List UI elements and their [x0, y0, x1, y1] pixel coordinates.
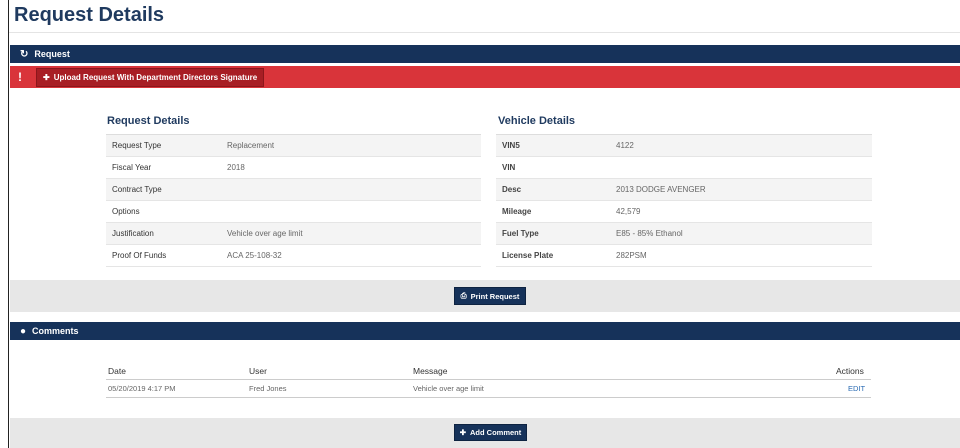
detail-row: VIN5 4122 [496, 135, 872, 157]
column-header-date: Date [108, 366, 126, 376]
detail-label: Mileage [502, 207, 532, 216]
detail-row: License Plate 282PSM [496, 245, 872, 267]
comment-icon: ● [20, 325, 27, 337]
column-header-user: User [249, 366, 267, 376]
detail-value: Replacement [227, 141, 275, 150]
detail-value: ACA 25-108-32 [227, 251, 282, 260]
detail-value: 2013 DODGE AVENGER [616, 185, 706, 194]
request-section-title: Request [34, 49, 70, 59]
detail-label: License Plate [502, 251, 554, 260]
vehicle-details-table: VIN5 4122 VIN Desc 2013 DODGE AVENGER Mile… [496, 134, 872, 267]
vehicle-details-heading: Vehicle Details [498, 115, 576, 127]
detail-row: VIN [496, 157, 872, 179]
refresh-icon: ↻ [20, 48, 29, 60]
detail-value: 2018 [227, 163, 245, 172]
plus-icon: ✚ [459, 428, 467, 437]
upload-signature-label: Upload Request With Department Directors… [53, 72, 258, 82]
comments-section-header: ● Comments [10, 322, 960, 340]
detail-label: Proof Of Funds [112, 251, 167, 260]
detail-value: 282PSM [616, 251, 647, 260]
comments-header-divider [106, 379, 871, 380]
detail-row: Proof Of Funds ACA 25-108-32 [106, 245, 481, 267]
request-details-heading: Request Details [107, 115, 190, 127]
exclamation-icon: ! [18, 70, 22, 84]
print-request-label: Print Request [470, 291, 520, 301]
detail-value: 42,579 [616, 207, 641, 216]
column-header-message: Message [413, 366, 448, 376]
detail-value: 4122 [616, 141, 634, 150]
printer-icon: ⎙ [460, 291, 467, 300]
plus-icon: ✚ [43, 72, 50, 82]
comment-date: 05/20/2019 4:17 PM [108, 384, 176, 393]
title-divider [9, 32, 960, 33]
request-section-header: ↻ Request [10, 45, 960, 63]
detail-label: Options [112, 207, 140, 216]
detail-row: Mileage 42,579 [496, 201, 872, 223]
detail-label: Fuel Type [502, 229, 539, 238]
column-header-actions: Actions [836, 366, 864, 376]
detail-value: E85 - 85% Ethanol [616, 229, 683, 238]
detail-value: Vehicle over age limit [227, 229, 303, 238]
detail-label: Fiscal Year [112, 163, 152, 172]
comment-message: Vehicle over age limit [413, 384, 484, 393]
signature-alert-bar: ! ✚ Upload Request With Department Direc… [10, 66, 960, 88]
detail-row: Justification Vehicle over age limit [106, 223, 481, 245]
comment-row-divider [106, 397, 871, 398]
detail-label: VIN5 [502, 141, 520, 150]
page-title: Request Details [14, 4, 165, 26]
detail-label: VIN [502, 163, 516, 172]
detail-label: Justification [112, 229, 154, 238]
comments-section-title: Comments [32, 326, 79, 336]
print-request-button[interactable]: ⎙ Print Request [454, 287, 526, 305]
detail-row: Options [106, 201, 481, 223]
request-details-table: Request Type Replacement Fiscal Year 2018 … [106, 134, 481, 267]
add-comment-label: Add Comment [470, 428, 522, 437]
detail-label: Request Type [112, 141, 162, 150]
comment-edit-link[interactable]: EDIT [848, 384, 865, 393]
detail-label: Desc [502, 185, 522, 194]
detail-row: Request Type Replacement [106, 135, 481, 157]
detail-row: Fuel Type E85 - 85% Ethanol [496, 223, 872, 245]
detail-row: Fiscal Year 2018 [106, 157, 481, 179]
comment-user: Fred Jones [249, 384, 287, 393]
add-comment-button[interactable]: ✚ Add Comment [454, 424, 527, 441]
detail-label: Contract Type [112, 185, 162, 194]
upload-signature-button[interactable]: ✚ Upload Request With Department Directo… [36, 67, 265, 87]
detail-row: Contract Type [106, 179, 481, 201]
detail-row: Desc 2013 DODGE AVENGER [496, 179, 872, 201]
